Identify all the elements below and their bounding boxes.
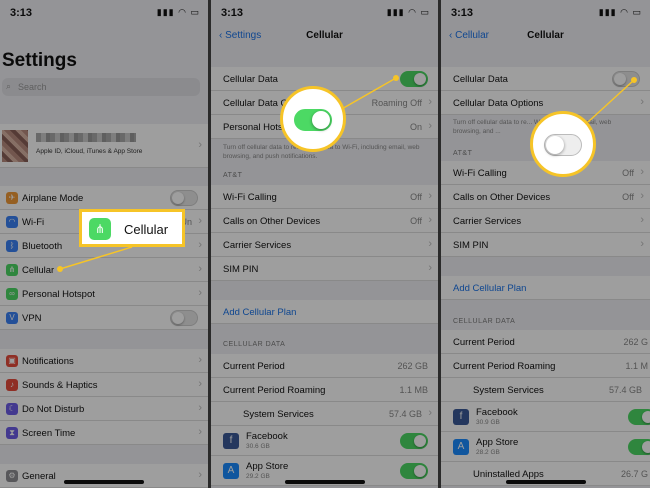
connector-line-2 bbox=[339, 77, 397, 111]
cellular-callout: ⋔ Cellular bbox=[79, 209, 185, 247]
cellular-data-toggle-zoom bbox=[294, 109, 332, 131]
cellular-icon: ⋔ bbox=[89, 218, 111, 240]
callout-label: Cellular bbox=[124, 222, 169, 237]
connector-line-1 bbox=[59, 246, 133, 270]
callout-dot bbox=[57, 266, 63, 272]
callout-dot bbox=[631, 77, 637, 83]
connector-line-3 bbox=[587, 79, 635, 123]
cellular-data-toggle-zoom bbox=[544, 134, 582, 156]
callout-dot bbox=[393, 75, 399, 81]
stage: 3:13 ▮▮▮ ◠ ▭ Settings ⌕ Search Apple ID,… bbox=[0, 0, 650, 488]
toggle-on-magnifier bbox=[280, 86, 346, 152]
toggle-off-magnifier bbox=[530, 111, 596, 177]
